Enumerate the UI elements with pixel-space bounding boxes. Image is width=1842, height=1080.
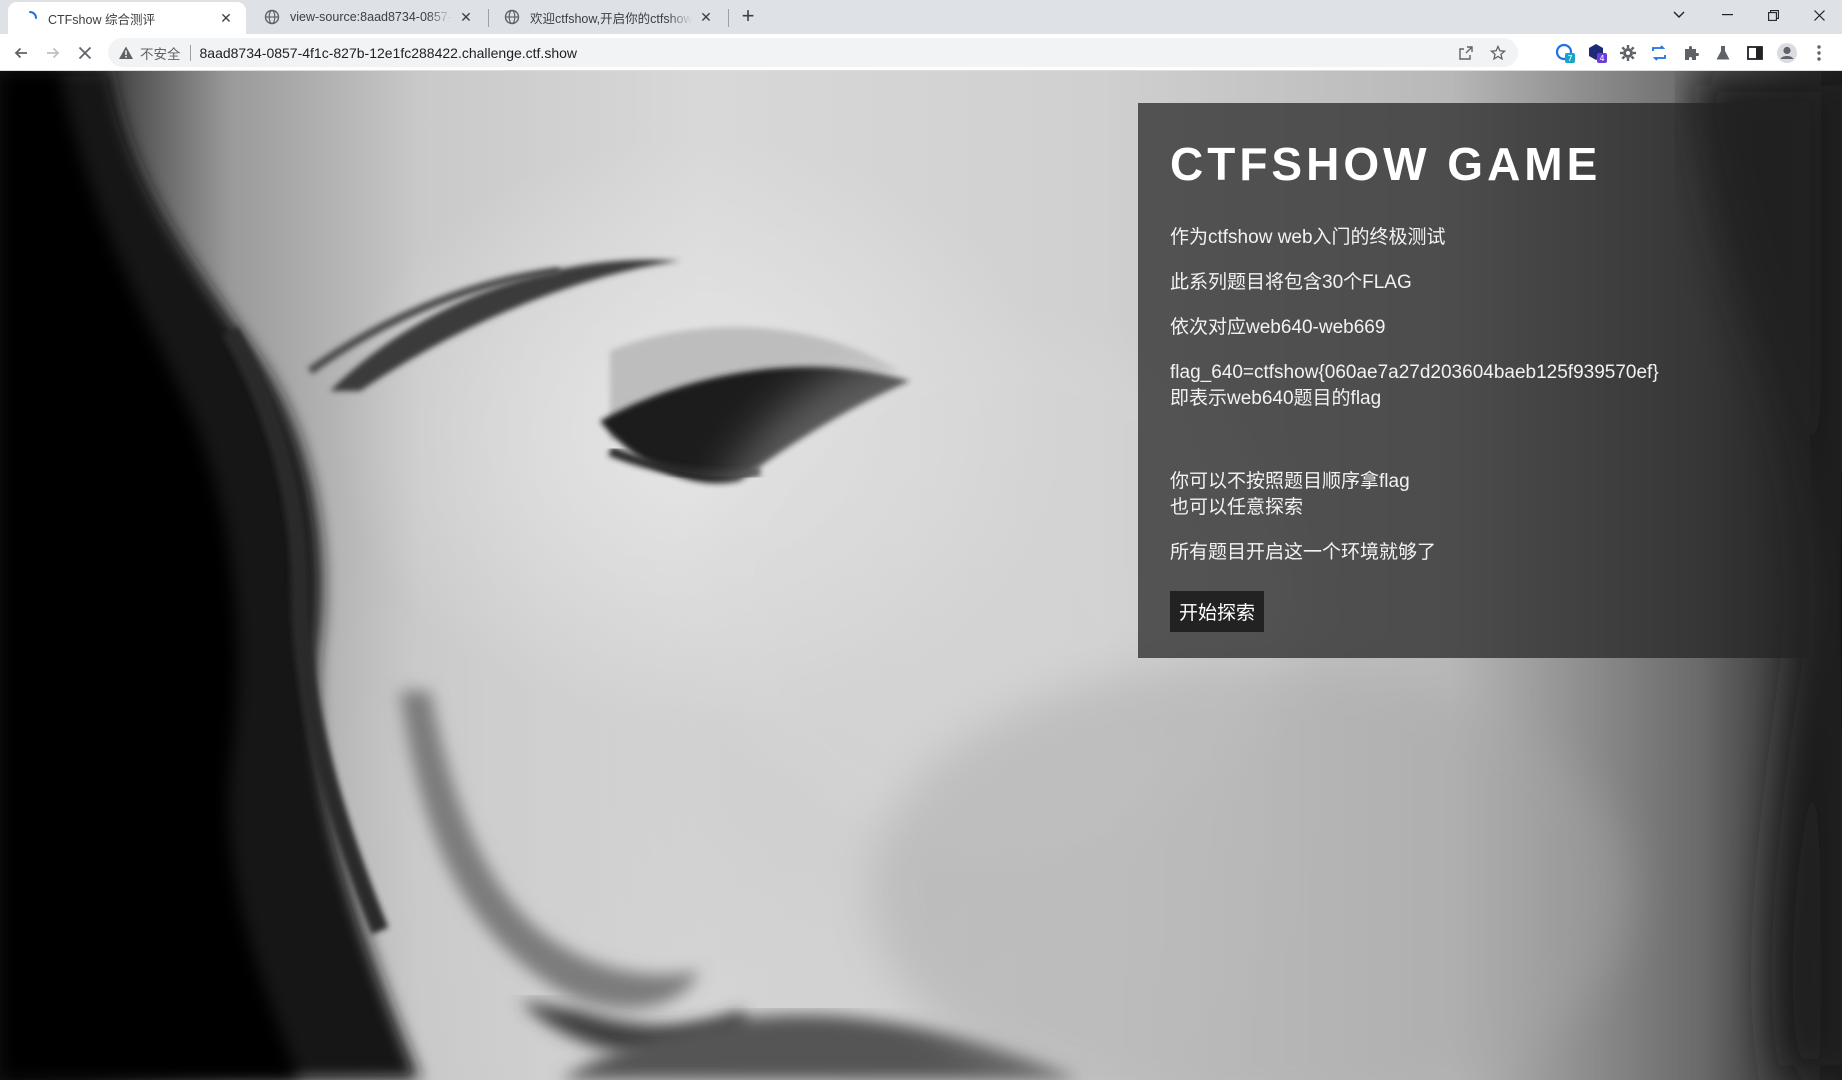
tab-title: CTFshow 综合测评 xyxy=(48,12,155,27)
tab-separator xyxy=(488,9,489,27)
extension-teal-badge-icon[interactable]: 7 xyxy=(1552,40,1578,66)
profile-icon[interactable] xyxy=(1774,40,1800,66)
page-title: CTFSHOW GAME xyxy=(1170,138,1602,190)
intro-line: 依次对应web640-web669 xyxy=(1170,317,1386,338)
kebab-menu-icon[interactable] xyxy=(1806,40,1832,66)
intro-line: 此系列题目将包含30个FLAG xyxy=(1170,272,1412,293)
intro-line: 即表示web640题目的flag xyxy=(1170,388,1382,409)
globe-icon xyxy=(504,9,520,25)
tab-separator xyxy=(728,9,729,27)
loading-spinner-icon xyxy=(29,11,37,19)
security-label[interactable]: 不安全 xyxy=(140,43,181,63)
browser-toolbar: 不安全 8aad8734-0857-4f1c-827b-12e1fc288422… xyxy=(0,34,1842,71)
extension-badge: 7 xyxy=(1567,54,1572,63)
close-tab-icon[interactable]: ✕ xyxy=(458,9,474,25)
close-tab-icon[interactable]: ✕ xyxy=(218,10,234,26)
address-bar[interactable]: 不安全 8aad8734-0857-4f1c-827b-12e1fc288422… xyxy=(108,38,1518,67)
intro-panel: CTFSHOW GAME 作为ctfshow web入门的终极测试 此系列题目将… xyxy=(1138,103,1810,658)
tab-view-source[interactable]: view-source:8aad8734-0857-4 ✕ xyxy=(250,0,486,34)
intro-line: 你可以不按照题目顺序拿flag xyxy=(1170,471,1410,492)
tab-title: 欢迎ctfshow,开启你的ctfshow G xyxy=(530,11,692,26)
omnibox-divider xyxy=(189,44,191,61)
tab-search-icon[interactable] xyxy=(1656,0,1702,30)
intro-line: 所有题目开启这一个环境就够了 xyxy=(1170,542,1437,563)
globe-icon xyxy=(264,9,280,25)
minimize-icon[interactable] xyxy=(1704,0,1750,30)
sidepanel-icon[interactable] xyxy=(1742,40,1768,66)
forward-arrow-icon[interactable] xyxy=(40,40,66,66)
tab-title: view-source:8aad8734-0857-4 xyxy=(290,10,452,24)
start-explore-button[interactable]: 开始探索 xyxy=(1170,591,1265,632)
url-text[interactable]: 8aad8734-0857-4f1c-827b-12e1fc288422.cha… xyxy=(200,45,578,61)
extension-badge: 4 xyxy=(1599,54,1604,63)
intro-line: 作为ctfshow web入门的终极测试 xyxy=(1170,227,1446,248)
close-window-icon[interactable] xyxy=(1796,0,1842,30)
flask-icon[interactable] xyxy=(1710,40,1736,66)
warning-icon[interactable] xyxy=(118,45,134,61)
close-tab-icon[interactable]: ✕ xyxy=(698,9,714,25)
gear-extension-icon[interactable] xyxy=(1615,40,1641,66)
tab-welcome[interactable]: 欢迎ctfshow,开启你的ctfshow G ✕ xyxy=(490,0,726,34)
restore-icon[interactable] xyxy=(1750,0,1796,30)
bookmark-star-icon[interactable] xyxy=(1490,44,1506,61)
tab-ctfshow[interactable]: CTFshow 综合测评 ✕ xyxy=(8,2,246,34)
stop-loading-icon[interactable] xyxy=(72,40,98,66)
share-icon[interactable] xyxy=(1458,45,1474,61)
sync-extension-icon[interactable] xyxy=(1646,40,1672,66)
extension-purple-badge-icon[interactable]: 4 xyxy=(1584,40,1610,66)
page-viewport: CTFSHOW GAME 作为ctfshow web入门的终极测试 此系列题目将… xyxy=(0,71,1842,1080)
puzzle-icon[interactable] xyxy=(1678,40,1704,66)
tab-strip: CTFshow 综合测评 ✕ view-source:8aad8734-0857… xyxy=(0,0,1842,34)
intro-line: 也可以任意探索 xyxy=(1170,497,1304,518)
back-arrow-icon[interactable] xyxy=(8,40,34,66)
flag-example-line: flag_640=ctfshow{060ae7a27d203604baeb125… xyxy=(1170,362,1659,383)
new-tab-button[interactable]: + xyxy=(736,5,760,29)
